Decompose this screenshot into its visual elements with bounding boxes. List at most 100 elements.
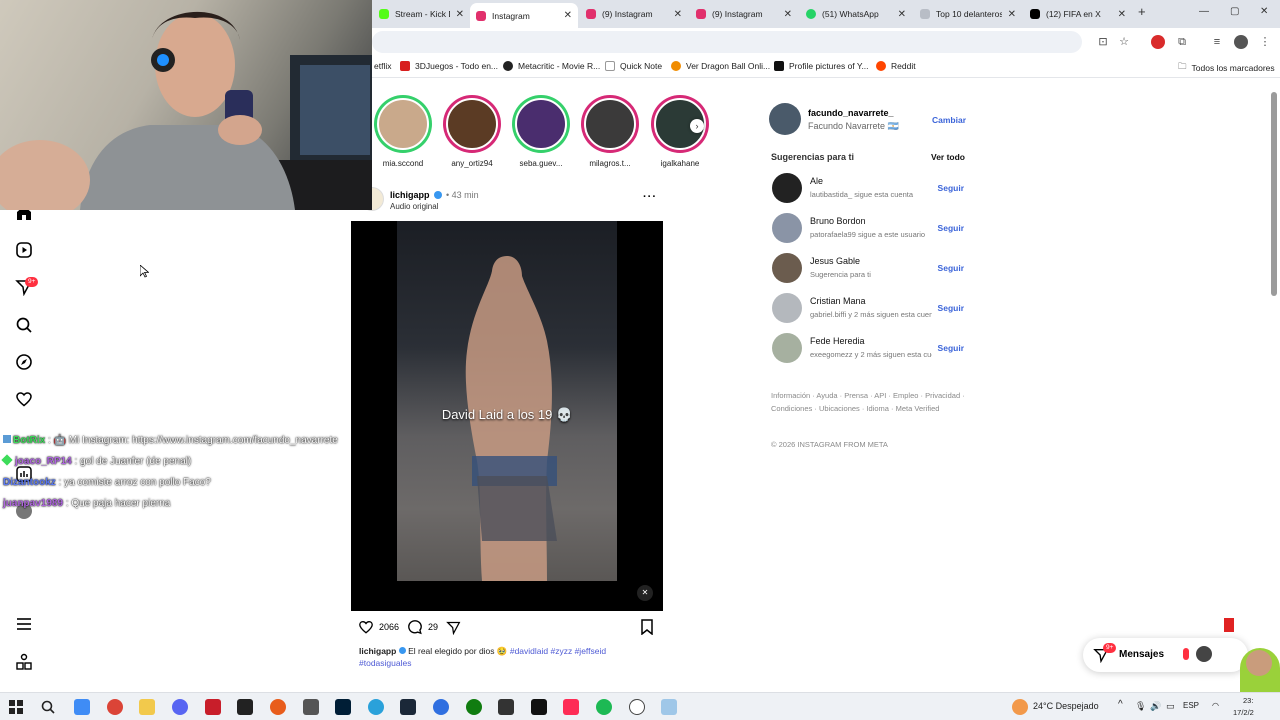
bookmark-3djuegos[interactable]: 3DJuegos - Todo en...: [400, 61, 498, 71]
tab-instagram-3[interactable]: (9) Instagram ✕: [690, 3, 798, 25]
weather-text[interactable]: 24°C Despejado: [1033, 701, 1099, 711]
share-send-icon[interactable]: [446, 620, 461, 635]
suggestion-name[interactable]: Cristian Mana: [810, 296, 866, 306]
story-any-ortiz94[interactable]: any_ortiz94: [443, 95, 501, 168]
post-options-icon[interactable]: ···: [643, 191, 657, 203]
search-icon[interactable]: [41, 700, 55, 714]
app-gray-icon[interactable]: [303, 699, 319, 715]
profile-avatar[interactable]: [1234, 35, 1248, 49]
telegram-icon[interactable]: [368, 699, 384, 715]
more-apps-icon[interactable]: [15, 653, 33, 671]
wifi-icon[interactable]: ◠: [1212, 701, 1219, 710]
footer-links[interactable]: Información · Ayuda · Prensa · API · Emp…: [771, 390, 971, 415]
post-audio[interactable]: Audio original: [390, 202, 438, 211]
tab-instagram-2[interactable]: (9) Instagram ✕: [580, 3, 688, 25]
close-icon[interactable]: ✕: [456, 9, 464, 20]
caption-hashtags[interactable]: #davidlaid #zyzz #jeffseid: [510, 646, 606, 656]
tab-kick[interactable]: Stream - Kick Das ✕: [373, 3, 470, 25]
follow-button[interactable]: Seguir: [938, 263, 964, 273]
bookmark-metacritic[interactable]: Metacritic - Movie R...: [503, 61, 600, 71]
bookmark-quick-note[interactable]: Quick Note: [605, 61, 662, 71]
search-icon[interactable]: [15, 316, 33, 334]
app-red-icon[interactable]: [205, 699, 221, 715]
bookmark-reddit[interactable]: Reddit: [876, 61, 916, 71]
page-scrollbar[interactable]: [1271, 92, 1277, 296]
suggestion-avatar[interactable]: [772, 333, 802, 363]
adblock-icon[interactable]: [1151, 35, 1165, 49]
volume-icon[interactable]: 🔊: [1150, 701, 1161, 712]
chrome-icon[interactable]: [107, 699, 123, 715]
suggestion-avatar[interactable]: [772, 253, 802, 283]
follow-button[interactable]: Seguir: [938, 343, 964, 353]
reels-icon[interactable]: [15, 241, 33, 259]
close-window-button[interactable]: ✕: [1260, 6, 1268, 17]
follow-button[interactable]: Seguir: [938, 303, 964, 313]
caption-username[interactable]: lichigapp: [359, 646, 396, 656]
maximize-button[interactable]: ▢: [1230, 6, 1239, 17]
xbox-icon[interactable]: [466, 699, 482, 715]
post-video[interactable]: David Laid a los 19 💀 ✕: [351, 221, 663, 611]
spotify-icon[interactable]: [596, 699, 612, 715]
like-heart-icon[interactable]: [358, 619, 374, 635]
hamburger-menu-icon[interactable]: [15, 615, 33, 633]
suggestion-name[interactable]: Jesus Gable: [810, 256, 860, 266]
bookmark-dragon-ball[interactable]: Ver Dragon Ball Onli...: [671, 61, 770, 71]
obs-icon[interactable]: [629, 699, 645, 715]
suggestion-name[interactable]: Ale: [810, 176, 823, 186]
network-icon[interactable]: ▭: [1166, 701, 1175, 712]
story-seba-guev[interactable]: seba.guev...: [512, 95, 570, 168]
app-dark-icon[interactable]: [498, 699, 514, 715]
discord-icon[interactable]: [172, 699, 188, 715]
bookmark-netflix[interactable]: etflix: [374, 61, 391, 71]
language-indicator[interactable]: ESP: [1183, 701, 1199, 710]
close-icon[interactable]: ✕: [564, 10, 572, 21]
tab-whatsapp[interactable]: (51) WhatsApp ✕: [800, 3, 912, 25]
suggestion-name[interactable]: Bruno Bordon: [810, 216, 866, 226]
bookmark-star-icon[interactable]: ☆: [1117, 35, 1131, 49]
app-black-icon[interactable]: [531, 699, 547, 715]
tab-top10[interactable]: Top 10 delanteros ✕: [914, 3, 1022, 25]
extensions-icon[interactable]: ⧉: [1175, 35, 1189, 49]
kebab-menu-icon[interactable]: ⋮: [1258, 35, 1272, 49]
new-tab-button[interactable]: +: [1138, 4, 1146, 19]
tab-fifa-x[interactable]: (12) FIFA en X ✕: [1024, 3, 1132, 25]
close-icon[interactable]: ✕: [898, 9, 906, 20]
close-icon[interactable]: ✕: [1008, 9, 1016, 20]
story-milagros-t[interactable]: milagros.t...: [581, 95, 639, 168]
epic-games-icon[interactable]: [237, 699, 253, 715]
firefox-icon[interactable]: [270, 699, 286, 715]
install-icon[interactable]: ⊡: [1096, 35, 1110, 49]
post-username[interactable]: lichigapp: [390, 190, 430, 200]
close-icon[interactable]: ✕: [1118, 9, 1126, 20]
clock-time[interactable]: 23:: [1243, 696, 1253, 705]
file-explorer-icon[interactable]: [139, 699, 155, 715]
mute-icon[interactable]: ✕: [637, 585, 653, 601]
caption-hashtag-2[interactable]: #todasiguales: [359, 658, 411, 668]
my-username[interactable]: facundo_navarrete_: [808, 108, 894, 118]
see-all-link[interactable]: Ver todo: [931, 152, 965, 162]
tab-instagram-active[interactable]: Instagram ✕: [470, 3, 578, 28]
comment-icon[interactable]: [407, 619, 423, 635]
reading-list-icon[interactable]: ≡: [1210, 35, 1224, 49]
minimize-button[interactable]: —: [1199, 6, 1209, 17]
bookmark-profile-pictures[interactable]: Profile pictures of Y...: [774, 61, 869, 71]
clock-date[interactable]: 17/2/2: [1233, 708, 1254, 717]
stories-next-arrow-icon[interactable]: ›: [690, 119, 704, 133]
close-icon[interactable]: ✕: [784, 9, 792, 20]
microphone-icon[interactable]: 🎙: [1135, 701, 1146, 712]
tiktok-icon[interactable]: [563, 699, 579, 715]
my-avatar[interactable]: [769, 103, 801, 135]
all-bookmarks-folder[interactable]: 🗀 Todos los marcadores: [1178, 61, 1275, 75]
chevron-up-icon[interactable]: ^: [1118, 699, 1123, 710]
suggestion-name[interactable]: Fede Heredia: [810, 336, 865, 346]
weather-icon[interactable]: [1012, 699, 1028, 715]
switch-account-link[interactable]: Cambiar: [932, 115, 966, 125]
address-bar[interactable]: [372, 31, 1082, 53]
photoshop-icon[interactable]: [335, 699, 351, 715]
heart-icon[interactable]: [15, 390, 33, 408]
steam-icon[interactable]: [400, 699, 416, 715]
windows-start-icon[interactable]: [9, 700, 23, 714]
follow-button[interactable]: Seguir: [938, 223, 964, 233]
suggestion-avatar[interactable]: [772, 213, 802, 243]
follow-button[interactable]: Seguir: [938, 183, 964, 193]
